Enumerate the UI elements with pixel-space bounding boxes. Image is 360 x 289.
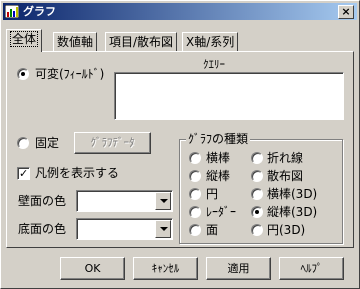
graph-type-area-radio[interactable] xyxy=(189,224,201,236)
graph-type-title: ｸﾞﾗﾌの種類 xyxy=(186,132,251,146)
graph-data-button[interactable]: ｸﾞﾗﾌﾃﾞｰﾀ xyxy=(74,132,151,154)
graph-type-bar-horizontal-radio[interactable] xyxy=(189,152,201,164)
graph-type-pie-label: 円 xyxy=(206,187,219,201)
cancel-button[interactable]: ｷｬﾝｾﾙ xyxy=(133,257,198,280)
query-textarea[interactable] xyxy=(114,72,344,120)
ok-button[interactable]: OK xyxy=(60,257,125,280)
tab-category-scatter[interactable]: 項目/散布図 xyxy=(105,32,178,52)
window-title: グラフ xyxy=(23,5,56,18)
graph-type-area-label: 面 xyxy=(206,223,219,237)
graph-type-bar-vertical-3d-radio[interactable] xyxy=(251,206,263,218)
tab-x-axis-series[interactable]: X軸/系列 xyxy=(182,32,239,52)
help-button[interactable]: ﾍﾙﾌﾟ xyxy=(279,257,344,280)
graph-type-bar-vertical-label: 縦棒 xyxy=(206,169,231,183)
graph-type-bar-horizontal-3d-label: 横棒(3D) xyxy=(267,187,318,201)
graph-type-radar-radio[interactable] xyxy=(189,206,201,218)
check-icon: ✓ xyxy=(19,167,29,180)
chevron-down-icon[interactable] xyxy=(155,220,171,238)
graph-type-bar-horizontal-label: 横棒 xyxy=(206,151,231,165)
floor-color-select[interactable] xyxy=(76,218,173,240)
apply-button[interactable]: 適用 xyxy=(206,257,271,280)
graph-type-radar-label: ﾚｰﾀﾞｰ xyxy=(206,205,237,219)
query-label: ｸｴﾘｰ xyxy=(203,58,225,71)
fixed-radio[interactable] xyxy=(17,137,29,149)
graph-type-line-radio[interactable] xyxy=(251,152,263,164)
chevron-down-icon[interactable] xyxy=(155,192,171,210)
tab-label: 全体 xyxy=(10,31,39,47)
graph-type-bar-vertical-3d-label: 縦棒(3D) xyxy=(267,205,318,219)
wall-color-select[interactable] xyxy=(76,190,173,212)
radio-dot xyxy=(21,72,25,76)
graph-type-pie-3d-label: 円(3D) xyxy=(267,223,306,237)
graph-type-pie-3d-radio[interactable] xyxy=(251,224,263,236)
variable-field-label: 可変(ﾌｨｰﾙﾄﾞ) xyxy=(35,67,105,81)
tab-value-axis[interactable]: 数値軸 xyxy=(53,32,98,52)
graph-type-bar-vertical-radio[interactable] xyxy=(189,170,201,182)
fixed-label: 固定 xyxy=(35,136,60,150)
chart-app-icon xyxy=(5,5,19,18)
tab-general[interactable]: 全体 xyxy=(6,29,43,52)
floor-color-label: 底面の色 xyxy=(18,222,67,236)
close-button[interactable]: × xyxy=(338,5,354,19)
wall-color-label: 壁面の色 xyxy=(18,194,67,208)
variable-field-radio[interactable] xyxy=(17,68,29,80)
title-bar[interactable] xyxy=(3,3,357,20)
graph-type-scatter-label: 散布図 xyxy=(267,169,304,183)
graph-type-scatter-radio[interactable] xyxy=(251,170,263,182)
show-legend-label: 凡例を表示する xyxy=(35,166,120,180)
graph-type-bar-horizontal-3d-radio[interactable] xyxy=(251,188,263,200)
radio-dot xyxy=(255,210,259,214)
graph-type-line-label: 折れ線 xyxy=(267,151,304,165)
show-legend-checkbox[interactable]: ✓ xyxy=(17,167,30,180)
graph-type-pie-radio[interactable] xyxy=(189,188,201,200)
